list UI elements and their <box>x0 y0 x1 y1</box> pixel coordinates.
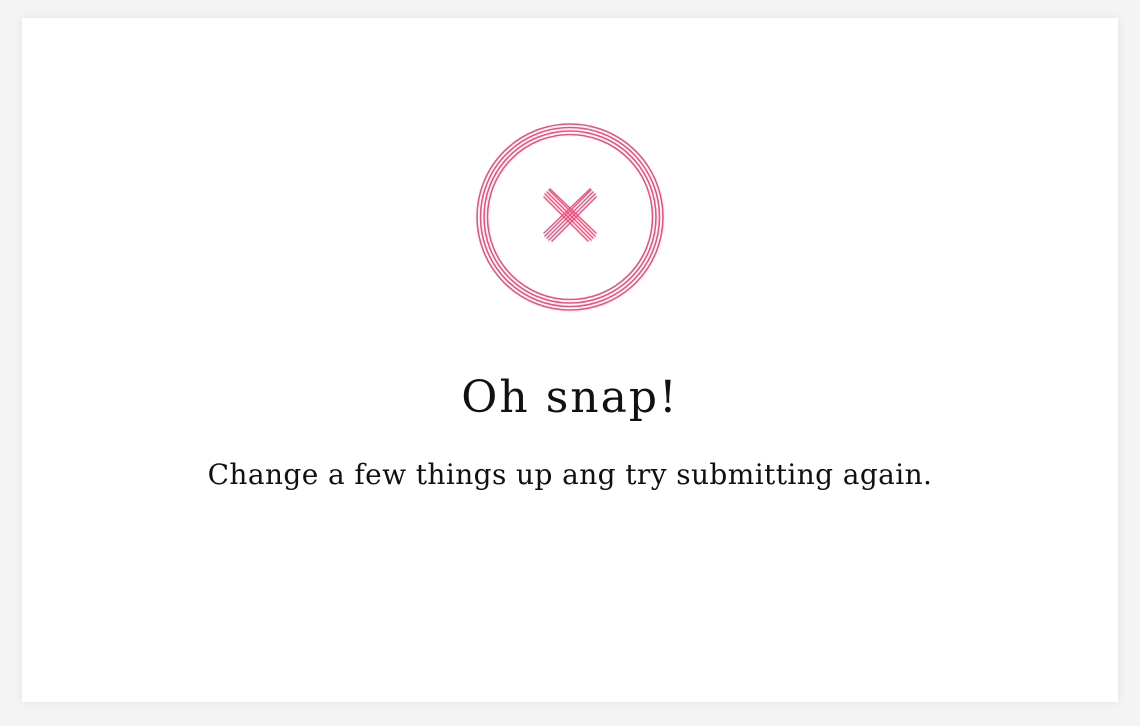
error-x-circle-icon <box>474 121 666 313</box>
dialog-title: Oh snap! <box>461 372 679 423</box>
dialog-message: Change a few things up ang try submittin… <box>207 458 933 491</box>
error-dialog: Oh snap! Change a few things up ang try … <box>22 18 1118 702</box>
